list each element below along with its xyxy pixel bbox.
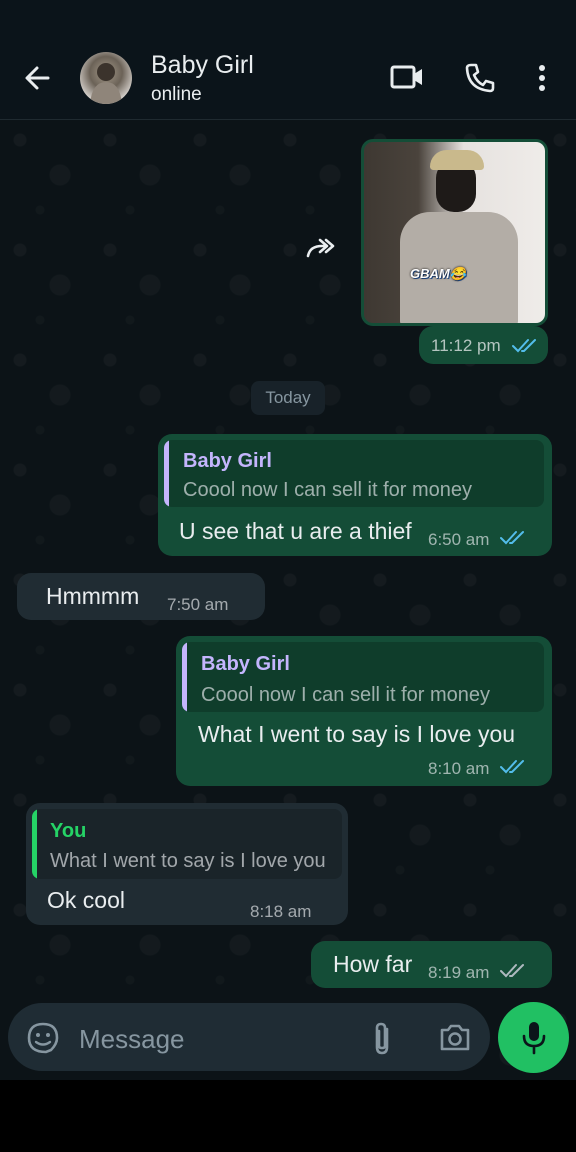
back-arrow-icon[interactable] bbox=[18, 58, 58, 98]
quote-bar bbox=[182, 642, 187, 712]
quote-author: Baby Girl bbox=[183, 450, 272, 472]
voice-record-button[interactable] bbox=[498, 1002, 569, 1073]
message-time: 8:18 am bbox=[250, 902, 312, 921]
quote-author: You bbox=[50, 820, 87, 842]
contact-status: online bbox=[151, 84, 202, 105]
message-time: 11:12 pm bbox=[431, 336, 501, 355]
video-call-icon[interactable] bbox=[389, 62, 425, 92]
message-time: 8:19 am bbox=[428, 963, 490, 982]
message-text: What I went to say is I love you bbox=[198, 721, 516, 747]
message-input[interactable]: Message bbox=[79, 1024, 185, 1055]
microphone-icon bbox=[522, 1022, 546, 1055]
double-check-delivered-icon bbox=[500, 964, 524, 978]
message-text: U see that u are a thief bbox=[179, 518, 412, 544]
image-thumbnail[interactable]: GBAM😂 bbox=[364, 142, 545, 323]
date-separator: Today bbox=[251, 381, 325, 415]
message-bubble-outgoing[interactable]: How far 8:19 am bbox=[311, 941, 552, 988]
image-overlay-text: GBAM😂 bbox=[410, 266, 466, 281]
double-check-read-icon bbox=[512, 339, 536, 353]
contact-name[interactable]: Baby Girl bbox=[151, 51, 254, 80]
message-bubble-outgoing[interactable]: Baby Girl Coool now I can sell it for mo… bbox=[158, 434, 552, 556]
double-check-read-icon bbox=[500, 760, 524, 774]
attach-paperclip-icon[interactable] bbox=[370, 1020, 394, 1056]
message-text: Hmmmm bbox=[46, 583, 140, 609]
message-time: 6:50 am bbox=[428, 530, 490, 549]
message-time: 7:50 am bbox=[167, 595, 229, 614]
voice-call-icon[interactable] bbox=[464, 62, 496, 94]
quoted-message[interactable]: Baby Girl Coool now I can sell it for mo… bbox=[182, 642, 544, 712]
message-bubble-outgoing[interactable]: Baby Girl Coool now I can sell it for mo… bbox=[176, 636, 552, 786]
forward-icon[interactable] bbox=[302, 230, 340, 268]
quote-author: Baby Girl bbox=[201, 653, 290, 675]
quote-text: What I went to say is I love you bbox=[50, 850, 326, 872]
message-text: How far bbox=[333, 951, 413, 977]
quoted-message[interactable]: You What I went to say is I love you bbox=[32, 809, 342, 879]
message-bubble-incoming[interactable]: Hmmmm 7:50 am bbox=[17, 573, 265, 620]
photo-cap bbox=[430, 150, 484, 170]
double-check-read-icon bbox=[500, 531, 524, 545]
quote-text: Coool now I can sell it for money bbox=[183, 479, 473, 501]
avatar[interactable] bbox=[80, 52, 132, 104]
message-time: 8:10 am bbox=[428, 759, 490, 778]
avatar-photo bbox=[90, 63, 122, 104]
chat-screen: Baby Girl online GBAM😂 11:12 pm Today Ba… bbox=[0, 0, 576, 1080]
image-message[interactable]: GBAM😂 bbox=[361, 139, 548, 326]
message-bubble-incoming[interactable]: You What I went to say is I love you Ok … bbox=[26, 803, 348, 925]
chat-header: Baby Girl online bbox=[0, 0, 576, 120]
camera-icon[interactable] bbox=[438, 1021, 472, 1053]
image-time-chip: 11:12 pm bbox=[419, 326, 548, 364]
message-text: Ok cool bbox=[47, 887, 125, 913]
more-options-icon[interactable] bbox=[534, 64, 550, 94]
quoted-message[interactable]: Baby Girl Coool now I can sell it for mo… bbox=[164, 440, 544, 507]
quote-bar bbox=[32, 809, 37, 879]
system-navigation-area bbox=[0, 1080, 576, 1152]
quote-bar bbox=[164, 440, 169, 507]
quote-text: Coool now I can sell it for money bbox=[201, 684, 491, 706]
sticker-emoji-icon[interactable] bbox=[26, 1021, 60, 1055]
